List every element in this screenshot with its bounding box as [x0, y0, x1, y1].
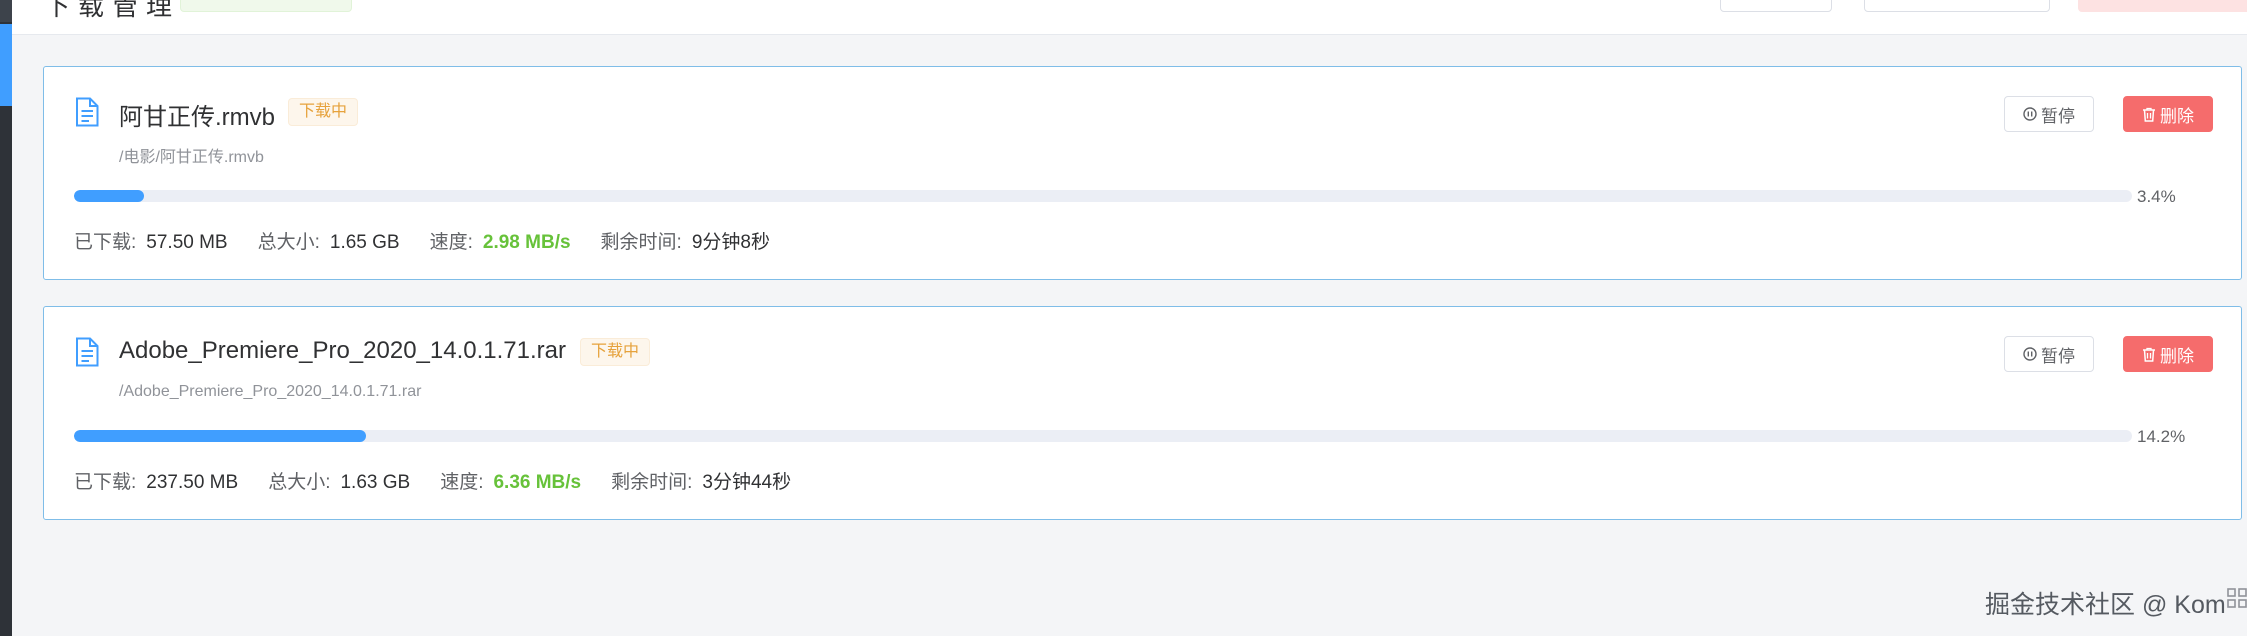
progress-percent: 14.2% [2137, 427, 2186, 446]
delete-button[interactable]: 删除 [2123, 96, 2213, 132]
download-card: Adobe_Premiere_Pro_2020_14.0.1.71.rar 下载… [43, 306, 2242, 520]
file-name: 阿甘正传.rmvb [119, 104, 275, 131]
download-stats: 已下载: 57.50 MB 总大小: 1.65 GB 速度: 2.98 MB/s… [74, 227, 800, 254]
trash-icon [2143, 107, 2155, 122]
speed-label: 速度: [429, 232, 473, 253]
file-name: Adobe_Premiere_Pro_2020_14.0.1.71.rar [119, 337, 566, 364]
file-path: /电影/阿甘正传.rmvb [119, 149, 264, 166]
header-button[interactable] [1864, 0, 2050, 12]
status-badge: 下载中 [580, 338, 651, 366]
total-size-label: 总大小: [257, 232, 320, 253]
delete-button-label: 删除 [2160, 346, 2194, 366]
progress-percent: 3.4% [2137, 187, 2176, 206]
download-stats: 已下载: 237.50 MB 总大小: 1.63 GB 速度: 6.36 MB/… [74, 467, 821, 494]
downloaded-label: 已下载: [74, 232, 137, 253]
progress-bar [74, 190, 2132, 202]
pause-button[interactable]: 暂停 [2004, 336, 2094, 372]
grid-icon[interactable] [2226, 586, 2247, 610]
sidebar-active-indicator[interactable] [0, 24, 12, 106]
downloaded-value: 57.50 MB [146, 232, 228, 253]
delete-button-label: 删除 [2160, 106, 2194, 126]
remaining-time-value: 3分钟44秒 [702, 472, 792, 493]
sidebar-top [0, 0, 12, 22]
page-title: 下载管理 [44, 0, 181, 21]
pause-circle-icon [2023, 107, 2037, 121]
delete-button[interactable]: 删除 [2123, 336, 2213, 372]
pause-button[interactable]: 暂停 [2004, 96, 2094, 132]
header-danger-button[interactable] [2078, 0, 2247, 12]
sidebar [0, 0, 12, 636]
progress-fill [74, 430, 367, 442]
file-path: /Adobe_Premiere_Pro_2020_14.0.1.71.rar [119, 383, 422, 400]
remaining-time-value: 9分钟8秒 [691, 232, 770, 253]
pause-circle-icon [2023, 347, 2037, 361]
pause-button-label: 暂停 [2041, 346, 2075, 366]
header-tag [180, 0, 352, 12]
downloaded-value: 237.50 MB [146, 472, 239, 493]
remaining-time-label: 剩余时间: [611, 472, 693, 493]
speed-value: 2.98 MB/s [482, 232, 571, 253]
watermark: 掘金技术社区 @ Kom [1985, 591, 2226, 619]
total-size-value: 1.63 GB [340, 472, 411, 493]
file-document-icon [76, 337, 99, 367]
progress-fill [74, 190, 144, 202]
progress-bar [74, 430, 2132, 442]
page-header: 下载管理 [12, 0, 2247, 35]
pause-button-label: 暂停 [2041, 106, 2075, 126]
download-card: 阿甘正传.rmvb 下载中 /电影/阿甘正传.rmvb 暂停 删除 3.4% 已… [43, 66, 2242, 280]
trash-icon [2143, 347, 2155, 362]
status-badge: 下载中 [288, 98, 359, 126]
remaining-time-label: 剩余时间: [600, 232, 682, 253]
file-document-icon [76, 97, 99, 127]
header-button[interactable] [1720, 0, 1832, 12]
total-size-label: 总大小: [268, 472, 331, 493]
total-size-value: 1.65 GB [329, 232, 400, 253]
speed-label: 速度: [440, 472, 484, 493]
downloaded-label: 已下载: [74, 472, 137, 493]
speed-value: 6.36 MB/s [493, 472, 582, 493]
